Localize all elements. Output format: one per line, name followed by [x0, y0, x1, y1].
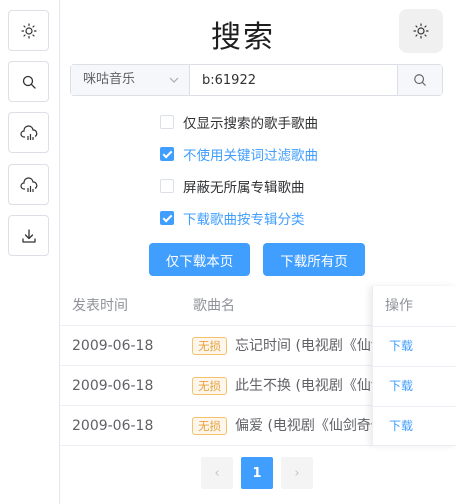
page-title: 搜索 [211, 20, 275, 55]
download-link[interactable]: 下载 [389, 326, 413, 366]
option-block-no-album[interactable]: 屏蔽无所属专辑歌曲 [160, 177, 305, 196]
next-page-button[interactable]: › [281, 457, 313, 489]
cloud-chart-icon [19, 176, 37, 192]
search-button[interactable] [397, 65, 442, 95]
sidebar [0, 0, 60, 504]
option-label: 屏蔽无所属专辑歌曲 [183, 180, 305, 196]
theme-button[interactable] [399, 9, 443, 53]
option-singer-only[interactable]: 仅显示搜索的歌手歌曲 [160, 113, 318, 132]
row-date: 2009-06-18 [72, 418, 154, 434]
row-date: 2009-06-18 [72, 338, 154, 354]
download-page-button[interactable]: 仅下载本页 [149, 243, 250, 276]
chevron-down-icon [169, 65, 179, 107]
cloud-chart-icon [19, 124, 37, 140]
sun-icon [20, 22, 37, 39]
download-nav-button[interactable] [8, 215, 49, 256]
search-icon [414, 74, 426, 86]
download-link[interactable]: 下载 [389, 406, 413, 446]
option-group-by-album[interactable]: 下载歌曲按专辑分类 [160, 209, 305, 228]
sun-icon [413, 23, 429, 39]
option-no-keyword-filter[interactable]: 不使用关键词过滤歌曲 [160, 145, 318, 164]
source-select[interactable]: 咪咕音乐 [71, 65, 190, 95]
search-input[interactable] [190, 65, 409, 95]
search-nav-button[interactable] [8, 61, 49, 102]
pagination: ‹ 1 › [60, 457, 456, 489]
search-bar: 咪咕音乐 [70, 64, 443, 96]
download-icon [21, 228, 36, 243]
download-link[interactable]: 下载 [389, 366, 413, 406]
song-name: 偏爱 (电视剧《仙剑奇侠传三》插曲) [235, 418, 372, 434]
row-date: 2009-06-18 [72, 378, 154, 394]
checkbox[interactable] [160, 147, 174, 161]
option-label: 仅显示搜索的歌手歌曲 [183, 116, 318, 132]
cloud-chart-button[interactable] [8, 112, 49, 153]
lossless-badge: 无损 [192, 417, 227, 435]
download-all-button[interactable]: 下载所有页 [263, 243, 365, 276]
option-label: 不使用关键词过滤歌曲 [183, 148, 318, 164]
header-name: 歌曲名 [193, 298, 235, 314]
lossless-badge: 无损 [192, 337, 227, 355]
lossless-badge: 无损 [192, 377, 227, 395]
song-name: 忘记时间 (电视剧《仙剑奇侠传三》片头曲) [235, 338, 372, 354]
theme-toggle-button[interactable] [8, 10, 49, 51]
main-panel: 搜索 咪咕音乐 仅显示搜索的歌手歌曲 [60, 0, 456, 504]
prev-page-button[interactable]: ‹ [201, 457, 233, 489]
search-icon [22, 75, 36, 89]
checkbox[interactable] [160, 115, 174, 129]
option-label: 下载歌曲按专辑分类 [183, 212, 305, 228]
cloud-chart-button-2[interactable] [8, 164, 49, 205]
source-select-value: 咪咕音乐 [83, 72, 136, 87]
song-name: 此生不换 (电视剧《仙剑奇侠传三》片尾曲) [235, 378, 372, 394]
page-1-button[interactable]: 1 [241, 457, 273, 489]
header-ops: 操作 [385, 298, 413, 314]
song-table: 发表时间 歌曲名 2009-06-18 无损 忘记时间 (电视剧《仙剑奇侠传三》… [60, 286, 456, 446]
ops-column: 操作 下载 下载 下载 [372, 286, 456, 446]
header-date: 发表时间 [72, 298, 128, 314]
checkbox[interactable] [160, 211, 174, 225]
checkbox[interactable] [160, 179, 174, 193]
